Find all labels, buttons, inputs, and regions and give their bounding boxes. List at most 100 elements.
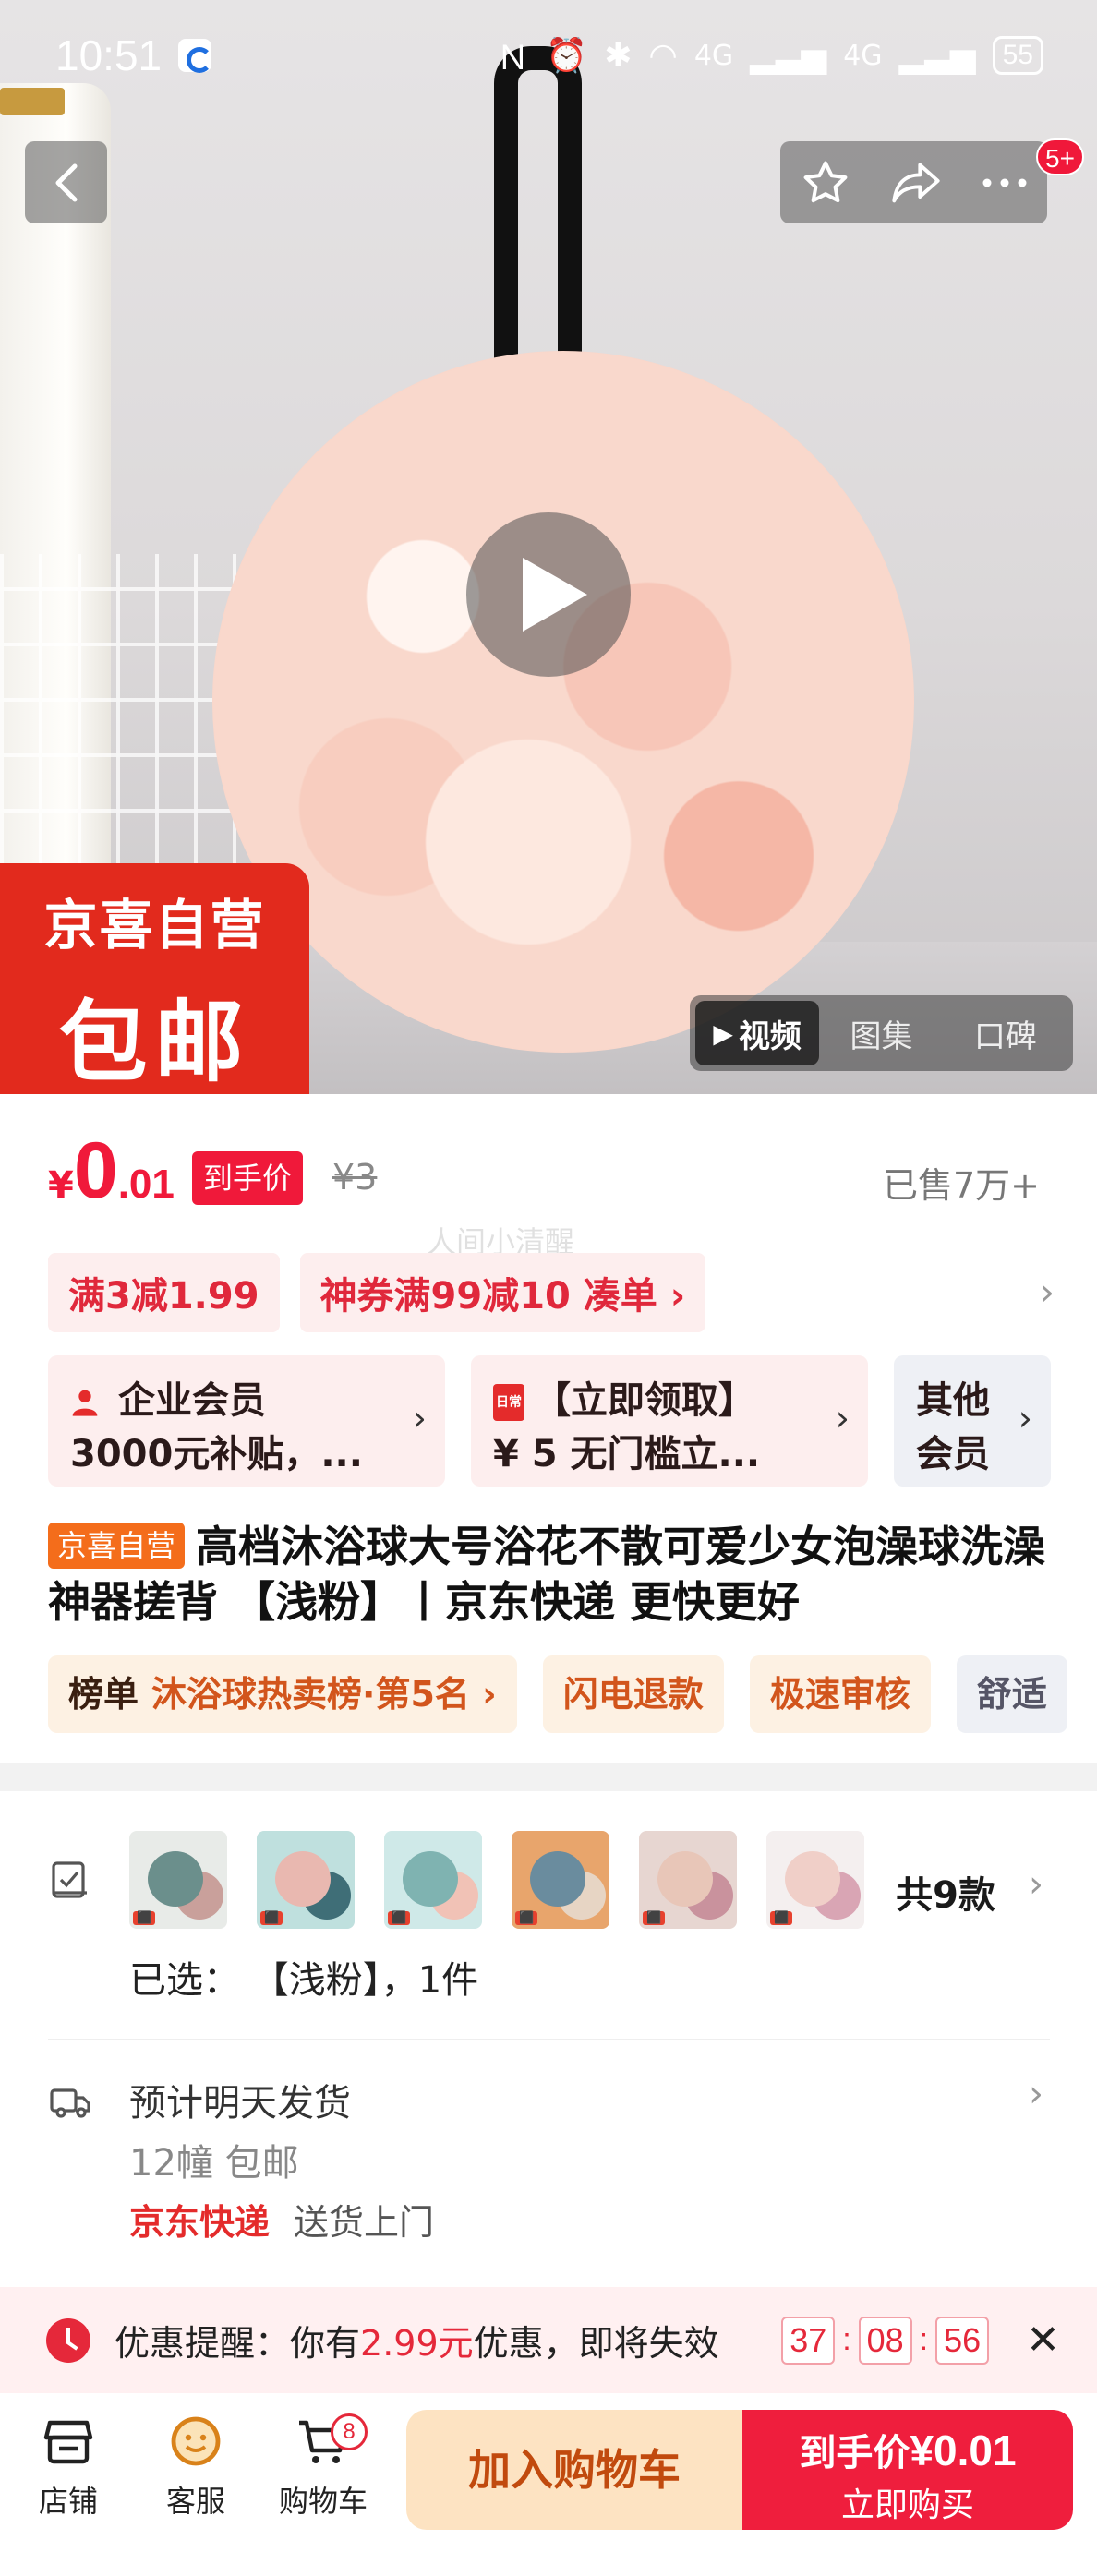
variant-thumb[interactable]: ⬛: [257, 1831, 355, 1929]
comfort-pill[interactable]: 舒适: [956, 1655, 1067, 1733]
sold-count: 已售7万+: [882, 1165, 1040, 1206]
play-small-icon: ▶: [713, 1017, 733, 1049]
nfc-icon: Ｎ: [496, 40, 530, 78]
share-icon[interactable]: [890, 160, 942, 206]
chevron-right-icon: ›: [1040, 1271, 1055, 1314]
promo-coupon-1[interactable]: 满3减1.99: [48, 1253, 280, 1332]
store-icon: [43, 2420, 93, 2464]
price-integer: 0: [73, 1126, 118, 1215]
courier-line: 京东快递 送货上门: [129, 2194, 434, 2245]
tab-video[interactable]: ▶ 视频: [695, 1001, 820, 1065]
countdown-hours: 37: [781, 2316, 836, 2365]
enterprise-member-card[interactable]: 企业会员 3000元补贴，... ›: [48, 1355, 445, 1487]
bluetooth-icon: ✱: [604, 36, 633, 75]
chevron-right-icon[interactable]: ›: [1029, 2073, 1043, 2115]
variant-thumb[interactable]: ⬛: [129, 1831, 227, 1929]
buy-price: ¥0.01: [910, 2426, 1017, 2474]
reminder-amount: 2.99元: [360, 2323, 474, 2364]
chevron-right-icon[interactable]: ›: [1029, 1863, 1043, 1906]
feature-tags: 榜单 沐浴球热卖榜·第5名 › 闪电退款 极速审核 舒适: [48, 1655, 1097, 1733]
variant-thumb[interactable]: ⬛: [766, 1831, 864, 1929]
buy-price-line: 到手价¥0.01: [742, 2423, 1073, 2476]
ship-location[interactable]: 12幢 包邮: [129, 2133, 299, 2186]
product-hero-image[interactable]: 10:51 Ｎ ⏰ ✱ ◠ 4G ▂▃▅ 4G ▂▃▅ 55 5+ 京喜自营 包…: [0, 0, 1097, 1094]
delivery-mode: 送货上门: [294, 2202, 435, 2243]
member-2-line1: 【立即领取】: [534, 1379, 755, 1422]
cart-label: 购物车: [278, 2484, 368, 2519]
customer-service-button[interactable]: 客服: [140, 2412, 251, 2521]
ship-estimate[interactable]: 预计明天发货: [129, 2073, 351, 2126]
final-price-tag: 到手价: [192, 1151, 304, 1205]
message-badge: 5+: [1036, 138, 1084, 175]
product-title-text: 高档沐浴球大号浴花不散可爱少女泡澡球洗澡神器搓背 【浅粉】丨京东快递 更快更好: [48, 1522, 1046, 1627]
coupon-claim-card[interactable]: 日常 【立即领取】 ¥ 5 无门槛立... ›: [471, 1355, 868, 1487]
more-options-icon[interactable]: [982, 177, 1028, 188]
store-button[interactable]: 店铺: [13, 2412, 124, 2521]
countdown-seconds: 56: [935, 2316, 990, 2365]
product-title: 京喜自营 高档沐浴球大号浴花不散可爱少女泡澡球洗澡神器搓背 【浅粉】丨京东快递 更…: [48, 1519, 1064, 1630]
original-price: ¥3: [332, 1157, 378, 1198]
play-video-button[interactable]: [466, 512, 631, 677]
alarm-icon: ⏰: [546, 37, 588, 75]
tab-reviews[interactable]: 口碑: [944, 1001, 1067, 1065]
flash-refund-pill[interactable]: 闪电退款: [542, 1655, 724, 1733]
jingxi-self-operated-tag: 京喜自营: [48, 1523, 186, 1569]
tab-gallery[interactable]: 图集: [819, 1001, 943, 1065]
buy-now-button[interactable]: 到手价¥0.01 立即购买: [742, 2410, 1073, 2530]
ranking-value: 沐浴球热卖榜·第5名 ›: [151, 1674, 497, 1715]
fast-review-pill[interactable]: 极速审核: [749, 1655, 931, 1733]
chevron-left-icon: [55, 163, 77, 201]
badge-line2: 包邮: [58, 991, 251, 1094]
jingxi-free-shipping-badge: 京喜自营 包邮: [0, 863, 309, 1094]
app-notification-icon: [178, 39, 213, 73]
add-to-cart-button[interactable]: 加入购物车: [406, 2410, 742, 2530]
other-member-card[interactable]: 其他 会员 ›: [894, 1355, 1051, 1487]
status-bar: 10:51 Ｎ ⏰ ✱ ◠ 4G ▂▃▅ 4G ▂▃▅ 55: [0, 0, 1097, 111]
customer-service-icon: [171, 2416, 221, 2466]
price-decimal: .01: [117, 1162, 175, 1207]
promo-row[interactable]: 满3减1.99 神券满99减10 凑单 › ›: [48, 1253, 1055, 1332]
back-button[interactable]: [25, 141, 107, 223]
tab-video-label: 视频: [738, 1017, 802, 1055]
delivery-truck-icon: [50, 2088, 90, 2118]
thumb-mini-label: ⬛: [770, 1911, 793, 1925]
signal-4g-label-1: 4G: [693, 39, 734, 72]
price: ¥ 0 .01: [48, 1131, 175, 1210]
reminder-text: 优惠提醒：你有2.99元优惠，即将失效: [115, 2315, 719, 2365]
thumb-mini-label: ⬛: [515, 1911, 538, 1925]
thumb-mini-label: ⬛: [643, 1911, 666, 1925]
price-currency: ¥: [48, 1164, 74, 1207]
close-icon[interactable]: ✕: [1026, 2317, 1060, 2364]
signal-icon: ▂▃▅: [750, 36, 827, 75]
member-3-line1: 其他: [916, 1379, 990, 1422]
chevron-right-icon: ›: [835, 1398, 850, 1438]
signal-4g-label-2: 4G: [843, 39, 883, 72]
selected-variant[interactable]: 已选： 【浅粉】，1件: [129, 1950, 478, 2004]
buy-line1: 到手价: [799, 2432, 910, 2474]
reminder-prefix: 优惠提醒：你有: [115, 2323, 361, 2364]
bath-puff-image: [212, 351, 914, 1053]
countdown-minutes: 08: [858, 2316, 912, 2365]
bottom-action-bar: 店铺 客服 购物车 8 加入购物车 到手价¥0.01 立即购买: [0, 2393, 1097, 2576]
shopping-bag-icon: 日常: [493, 1384, 524, 1421]
countdown-separator: :: [919, 2322, 929, 2357]
ranking-key: 榜单: [68, 1674, 139, 1715]
chevron-right-icon: ›: [412, 1398, 427, 1438]
clock-icon: [46, 2317, 90, 2363]
member-benefits: 企业会员 3000元补贴，... › 日常 【立即领取】 ¥ 5 无门槛立... …: [48, 1355, 1097, 1487]
divider: [48, 2039, 1050, 2040]
battery-indicator: 55: [992, 36, 1043, 75]
member-1-line1: 企业会员: [118, 1379, 266, 1422]
courier-name: 京东快递: [129, 2202, 271, 2243]
countdown-separator: :: [842, 2322, 851, 2357]
ranking-pill[interactable]: 榜单 沐浴球热卖榜·第5名 ›: [48, 1655, 517, 1733]
variant-thumbnails[interactable]: ⬛ ⬛ ⬛ ⬛ ⬛ ⬛: [129, 1831, 864, 1929]
variant-thumb[interactable]: ⬛: [512, 1831, 609, 1929]
discount-reminder-bar[interactable]: 优惠提醒：你有2.99元优惠，即将失效 37 : 08 : 56 ✕: [0, 2287, 1097, 2393]
variant-count[interactable]: 共9款: [896, 1865, 995, 1919]
promo-coupon-2[interactable]: 神券满99减10 凑单 ›: [299, 1253, 706, 1332]
chevron-right-icon: ›: [1018, 1398, 1032, 1438]
favorite-star-icon[interactable]: [801, 158, 850, 208]
variant-thumb[interactable]: ⬛: [384, 1831, 482, 1929]
variant-thumb[interactable]: ⬛: [639, 1831, 737, 1929]
